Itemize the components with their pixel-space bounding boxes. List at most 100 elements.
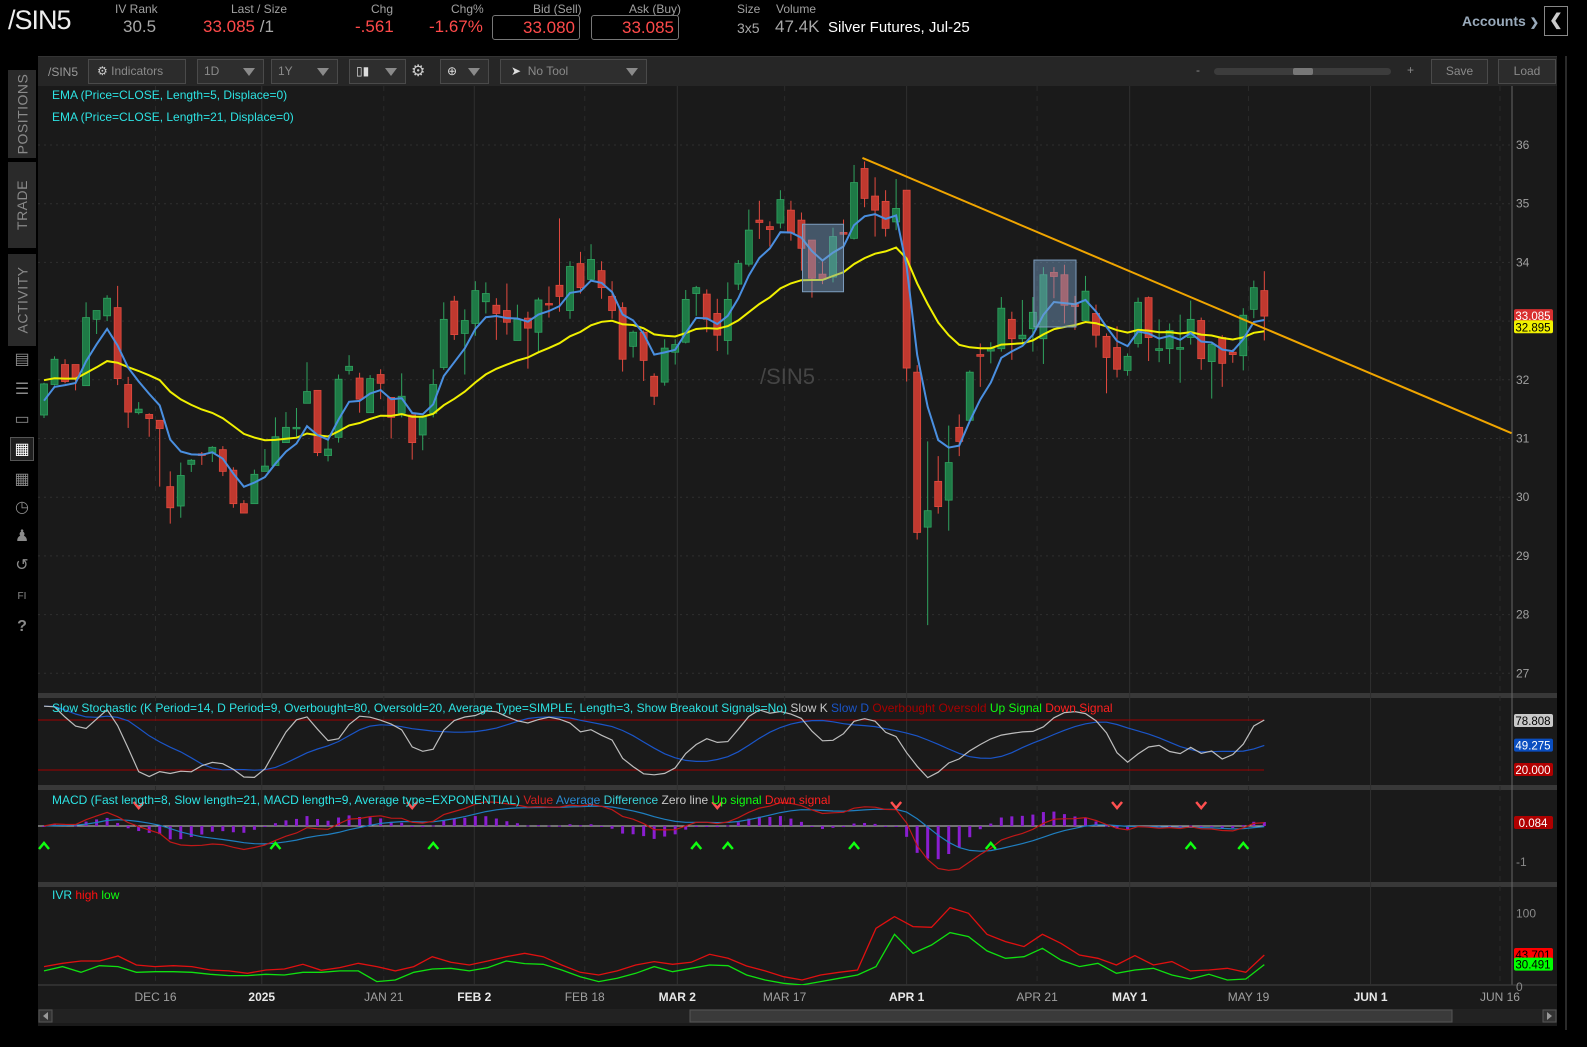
aggregation-value: 1D	[204, 64, 220, 78]
up-signal-arrow	[1184, 841, 1197, 850]
candle-up	[744, 229, 753, 265]
highlight-box[interactable]	[1033, 259, 1077, 328]
candle-up	[460, 320, 469, 334]
macd-histogram-bar	[547, 825, 551, 827]
gear-badge-icon: ⚙	[97, 64, 108, 78]
chevron-down-icon	[317, 68, 329, 76]
drawing-tool-dropdown[interactable]: ➤ No Tool	[500, 59, 647, 84]
load-button[interactable]: Load	[1498, 59, 1556, 84]
stochastic-legend[interactable]: Slow Stochastic (K Period=14, D Period=9…	[52, 701, 1113, 715]
macd-histogram-bar	[200, 826, 204, 835]
macd-histogram-bar	[379, 818, 383, 826]
legend-up-signal: Up Signal	[989, 701, 1042, 715]
slow-d-line	[43, 705, 1265, 771]
zoom-out-button[interactable]: -	[1196, 63, 1200, 77]
time-tick-label: MAR 17	[763, 990, 807, 1004]
macd-histogram-bar	[778, 816, 782, 826]
panel-divider[interactable]	[38, 882, 1557, 887]
candle-down	[450, 300, 459, 336]
horizontal-scrollbar[interactable]	[38, 1009, 1557, 1023]
candle-up	[513, 318, 522, 341]
indicators-button[interactable]: ⚙ Indicators	[88, 59, 186, 84]
aggregation-dropdown[interactable]: 1D	[197, 59, 264, 84]
candle-down	[155, 419, 164, 429]
legend-slow-d: Slow D	[831, 701, 870, 715]
trendline[interactable]	[862, 156, 1512, 435]
value-badge-label: 78.808	[1515, 716, 1550, 728]
macd-histogram-bar	[126, 826, 130, 829]
value-badge-label: 0.084	[1519, 818, 1548, 830]
ema5-legend[interactable]: EMA (Price=CLOSE, Length=5, Displace=0)	[52, 88, 287, 102]
value-badge-label: 20.000	[1515, 765, 1550, 777]
macd-histogram-bar	[515, 823, 519, 826]
price-tick-label: 35	[1516, 197, 1530, 211]
candle-down	[576, 263, 585, 289]
drawing-style-dropdown[interactable]: ⊕	[440, 59, 489, 84]
ema21-legend[interactable]: EMA (Price=CLOSE, Length=21, Displace=0)	[52, 110, 294, 124]
candle-up	[923, 510, 932, 528]
macd-histogram-bar	[1062, 814, 1066, 826]
candle-down	[787, 209, 795, 234]
macd-histogram-bar	[999, 817, 1003, 826]
macd-histogram-bar	[915, 826, 919, 853]
time-tick-label: JUN 1	[1354, 990, 1388, 1004]
up-signal-arrow	[848, 841, 861, 850]
ivr-legend[interactable]: IVR high low	[52, 888, 119, 902]
candle-up	[250, 473, 259, 505]
macd-histogram-bar	[926, 826, 930, 859]
candle-up	[187, 459, 196, 465]
candle-down	[639, 331, 648, 361]
legend-zero-line: Zero line	[661, 793, 709, 807]
macd-histogram-bar	[905, 826, 909, 837]
up-signal-arrow	[721, 841, 734, 850]
down-signal-arrow	[890, 801, 903, 810]
macd-histogram-bar	[663, 826, 667, 837]
candle-up	[1155, 348, 1164, 351]
ivr-title: IVR	[52, 888, 73, 902]
candle-down	[545, 303, 553, 306]
candle-up	[303, 391, 311, 404]
macd-histogram-bar	[463, 817, 467, 826]
timeframe-dropdown[interactable]: 1Y	[271, 59, 338, 84]
candle-up	[1018, 334, 1027, 340]
macd-histogram-bar	[600, 825, 604, 827]
candle-up	[629, 331, 638, 347]
candle-down	[650, 375, 659, 397]
chart-symbol-label[interactable]: /SIN5	[48, 65, 78, 79]
legend-average: Average	[555, 793, 601, 807]
chart-canvas[interactable]: /SIN5 27282930313233343536DEC 162025JAN …	[0, 0, 1587, 1047]
chart-type-dropdown[interactable]: ▯▮	[349, 59, 406, 84]
zoom-in-button[interactable]: +	[1407, 63, 1414, 77]
candle-up	[1176, 347, 1185, 350]
time-tick-label: FEB 18	[565, 990, 605, 1004]
macd-histogram-bar	[978, 826, 982, 830]
zoom-slider[interactable]	[1214, 68, 1391, 75]
highlight-box[interactable]	[801, 223, 845, 293]
macd-histogram-bar	[947, 826, 951, 855]
macd-histogram-bar	[400, 822, 404, 826]
macd-histogram-bar	[484, 816, 488, 826]
chevron-down-icon	[243, 68, 255, 76]
panel-divider[interactable]	[38, 785, 1557, 790]
save-button[interactable]: Save	[1431, 59, 1488, 84]
candle-up	[965, 371, 974, 421]
candle-down	[239, 503, 248, 514]
macd-legend[interactable]: MACD (Fast length=8, Slow length=21, MAC…	[52, 793, 830, 807]
candle-up	[92, 310, 101, 320]
macd-histogram-bar	[263, 826, 267, 828]
chart-settings-gear-icon[interactable]: ⚙	[411, 61, 425, 81]
macd-histogram-bar	[894, 826, 898, 827]
scrollbar-thumb[interactable]	[689, 1009, 1453, 1023]
price-tick-label: 28	[1516, 608, 1530, 622]
chevron-down-icon	[468, 68, 480, 76]
macd-histogram-bar	[526, 825, 530, 827]
candle-down	[934, 480, 943, 507]
up-signal-arrow	[38, 841, 50, 850]
candle-down	[765, 226, 774, 230]
macd-histogram-bar	[810, 826, 814, 827]
candle-down	[1260, 290, 1269, 317]
panel-divider[interactable]	[38, 693, 1557, 698]
macd-histogram-bar	[863, 822, 867, 826]
drawing-tool-value: No Tool	[527, 64, 569, 78]
zoom-slider-knob[interactable]	[1292, 68, 1313, 75]
